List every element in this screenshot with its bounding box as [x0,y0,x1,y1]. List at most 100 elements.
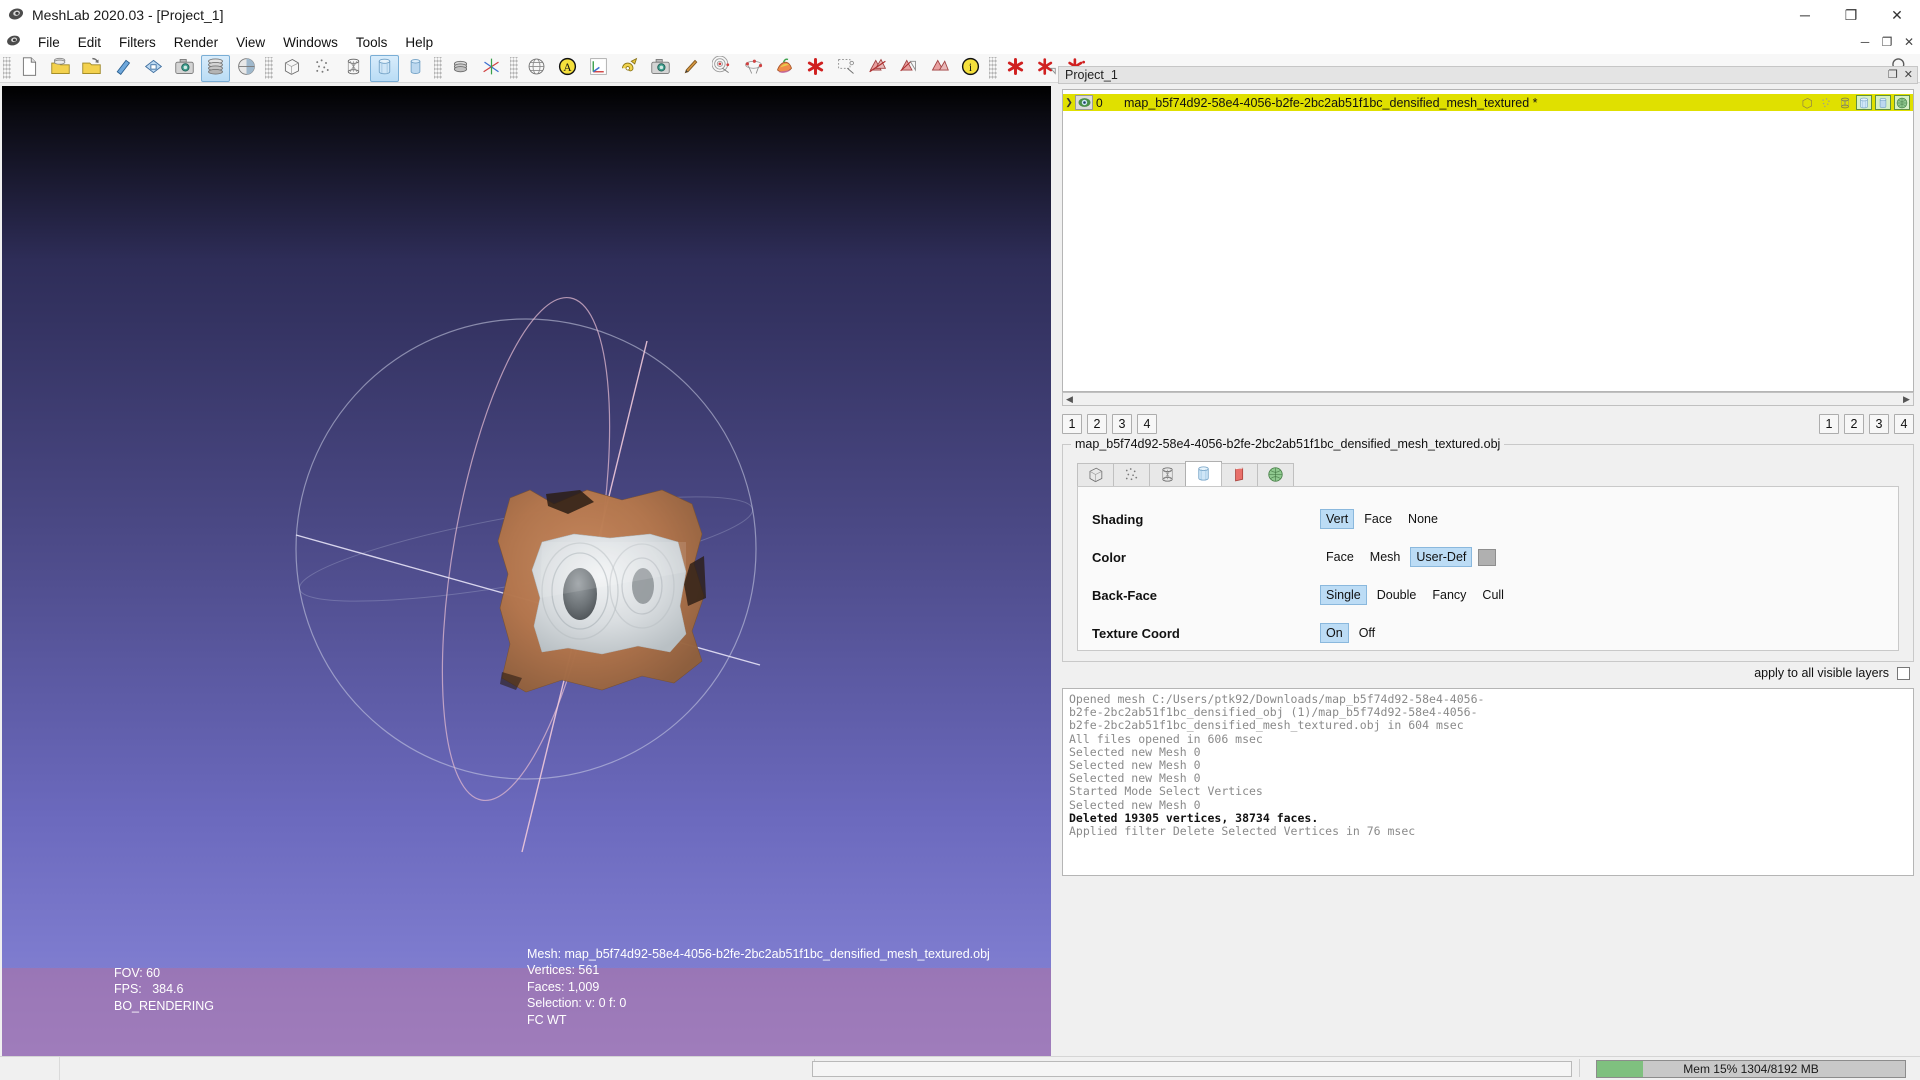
smooth-button[interactable] [401,55,430,82]
menu-windows[interactable]: Windows [274,32,347,53]
flat-icon[interactable] [1875,95,1891,110]
backface-option-cull[interactable]: Cull [1476,585,1510,605]
toolbar-grip-edit-group[interactable] [510,57,518,79]
toolbar-grip-file-group[interactable] [3,57,11,79]
shading-option-face[interactable]: Face [1358,509,1398,529]
mdi-close-button[interactable]: ✕ [1898,30,1920,54]
backface-option-fancy[interactable]: Fancy [1426,585,1472,605]
select-verts-button[interactable] [894,55,923,82]
toolbar-grip-decorate-group[interactable] [434,57,442,79]
layer-row[interactable]: ❯ 0 map_b5f74d92-58e4-4056-b2fe-2bc2ab51f1… [1063,94,1913,111]
tab-points[interactable] [1113,463,1150,487]
texture-coord-option-off[interactable]: Off [1353,623,1381,643]
open-project-button[interactable] [46,55,75,82]
color-option-face[interactable]: Face [1320,547,1360,567]
log-console[interactable]: Opened mesh C:/Users/ptk92/Downloads/map… [1062,688,1914,876]
scroll-right-arrow[interactable]: ▶ [1900,394,1913,405]
tab-flat[interactable] [1221,463,1258,487]
wireframe-icon[interactable] [1837,95,1853,110]
menu-bar: File Edit Filters Render View Windows To… [0,30,1920,54]
user-def-color-swatch[interactable] [1478,548,1497,566]
mdi-minimize-button[interactable]: ─ [1854,30,1876,54]
toolbar-grip-render-mode-group[interactable] [265,57,273,79]
tab-bounding-box[interactable] [1077,463,1114,487]
wireframe-button[interactable] [339,55,368,82]
get-info-button[interactable] [615,55,644,82]
menu-view[interactable]: View [227,32,274,53]
points-icon[interactable] [1818,95,1834,110]
backface-option-single[interactable]: Single [1320,585,1367,605]
menu-render[interactable]: Render [165,32,227,53]
viewport-preset-left-1[interactable]: 1 [1062,414,1082,434]
flat-lines-button[interactable] [370,54,399,82]
apply-to-all-checkbox[interactable] [1897,666,1910,680]
scroll-left-arrow[interactable]: ◀ [1063,394,1076,405]
close-dock-icon[interactable]: ✕ [1904,68,1913,81]
layer-tree-hscrollbar[interactable]: ◀ ▶ [1062,392,1914,406]
delete-selected-faces-button[interactable] [1032,55,1061,82]
measuring-tool-button[interactable] [584,55,613,82]
color-option-mesh[interactable]: Mesh [1364,547,1407,567]
layer-tree[interactable]: ❯ 0 map_b5f74d92-58e4-4056-b2fe-2bc2ab51f1… [1062,89,1914,392]
open-mesh-button[interactable] [77,55,106,82]
snapshot-button[interactable] [170,55,199,82]
show-quoted-box-button[interactable] [446,55,475,82]
align-tool-button[interactable] [522,55,551,82]
toolbar-grip-delete-group[interactable] [989,57,997,79]
z-painting-button[interactable]: A [553,55,582,82]
save-mesh-button[interactable] [139,55,168,82]
viewport-left-info: FOV: 60 FPS: 384.6 BO_RENDERING [114,965,215,1013]
photo-tool-button[interactable] [646,55,675,82]
tab-flat-lines[interactable] [1185,461,1222,487]
menu-tools[interactable]: Tools [347,32,397,53]
shading-option-vert[interactable]: Vert [1320,509,1355,529]
color-option-user-def[interactable]: User-Def [1410,547,1473,567]
georef-tool-button[interactable] [770,55,799,82]
menu-help[interactable]: Help [396,32,442,53]
select-rect-button[interactable] [832,55,861,82]
viewport-preset-right-1[interactable]: 1 [1819,414,1839,434]
shading-option-none[interactable]: None [1402,509,1444,529]
texture-coord-option-on[interactable]: On [1320,623,1349,643]
mdi-restore-button[interactable]: ❐ [1876,30,1898,54]
status-progress-bar [812,1061,1572,1077]
layer-expander-icon[interactable]: ❯ [1063,97,1075,108]
show-axis-button[interactable] [477,55,506,82]
minimize-button[interactable]: ─ [1782,0,1828,30]
backface-option-double[interactable]: Double [1371,585,1423,605]
viewport-preset-left-2[interactable]: 2 [1087,414,1107,434]
bounding-box-button[interactable] [277,55,306,82]
viewport-preset-left-4[interactable]: 4 [1137,414,1157,434]
menu-filters[interactable]: Filters [110,32,165,53]
point-picker-button[interactable] [708,55,737,82]
viewport-preset-left-3[interactable]: 3 [1112,414,1132,434]
close-button[interactable]: ✕ [1874,0,1920,30]
points-button[interactable] [308,55,337,82]
delete-tool-button[interactable] [801,55,830,82]
menu-file[interactable]: File [29,32,69,53]
show-layer-dialog-button[interactable] [201,54,230,82]
log-line: b2fe-2bc2ab51f1bc_densified_mesh_texture… [1069,718,1464,733]
paint-tool-button[interactable] [677,55,706,82]
select-connected-button[interactable] [925,55,954,82]
polyline-tool-button[interactable] [739,55,768,82]
maximize-button[interactable]: ❐ [1828,0,1874,30]
viewport-preset-right-2[interactable]: 2 [1844,414,1864,434]
viewport-preset-right-4[interactable]: 4 [1894,414,1914,434]
tab-smooth[interactable] [1257,463,1294,487]
viewport-preset-right-3[interactable]: 3 [1869,414,1889,434]
bbox-icon[interactable] [1799,95,1815,110]
tab-wireframe[interactable] [1149,463,1186,487]
new-project-button[interactable] [15,55,44,82]
show-current-raster-button[interactable] [232,55,261,82]
eye-visible-icon[interactable] [1075,95,1093,110]
smooth-icon[interactable] [1894,95,1910,110]
select-faces-button[interactable] [863,55,892,82]
info-tool-button[interactable]: i [956,55,985,82]
flatlines-icon[interactable] [1856,95,1872,110]
delete-current-mesh-button[interactable] [1001,55,1030,82]
3d-viewport[interactable]: FOV: 60 FPS: 384.6 BO_RENDERING Mesh: ma… [2,86,1051,1056]
float-dock-icon[interactable]: ❐ [1888,68,1898,81]
reload-button[interactable] [108,55,137,82]
menu-edit[interactable]: Edit [69,32,110,53]
